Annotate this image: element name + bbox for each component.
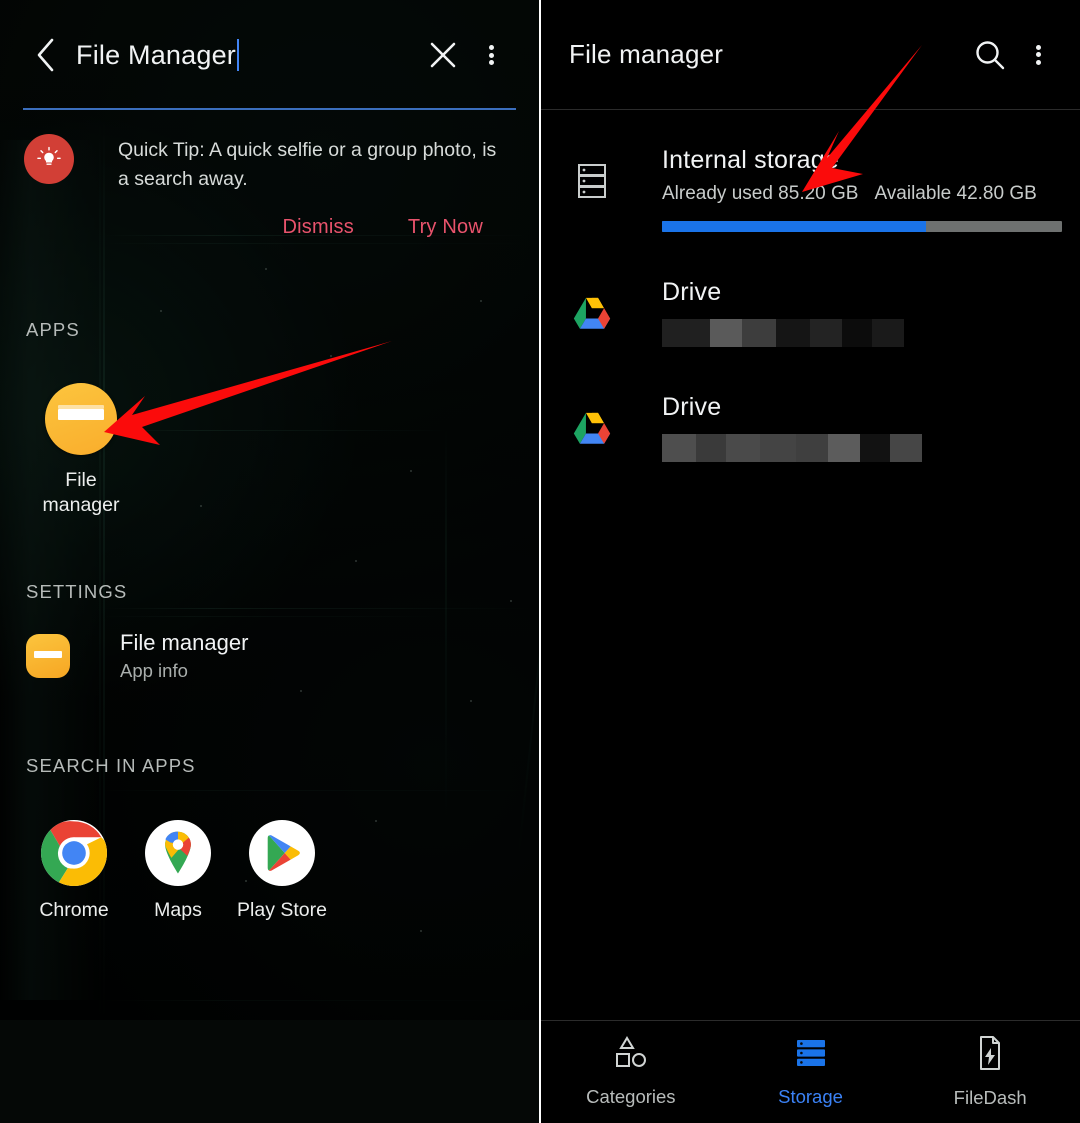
section-label-settings: SETTINGS — [26, 581, 128, 602]
search-in-app-maps[interactable]: Maps — [126, 820, 230, 922]
launcher-search-bar: File Manager — [0, 0, 539, 110]
search-field-underline — [23, 108, 516, 110]
quick-tip-card: Quick Tip: A quick selfie or a group pho… — [0, 128, 539, 239]
settings-result-file-manager[interactable]: File manager App info — [26, 630, 519, 682]
search-icon[interactable] — [966, 31, 1014, 79]
try-now-button[interactable]: Try Now — [408, 216, 483, 239]
search-in-apps-row: Chrome Maps Play Store — [22, 820, 334, 922]
screenshot-root: File Manager Quick Tip: A quick selfie o… — [0, 0, 1080, 1123]
page-title: File manager — [569, 39, 724, 69]
search-input-value: File Manager — [76, 39, 236, 70]
server-rack-filled-icon — [794, 1036, 828, 1075]
file-manager-icon — [26, 634, 70, 678]
left-panel-launcher-search: File Manager Quick Tip: A quick selfie o… — [0, 0, 539, 1123]
search-input[interactable]: File Manager — [76, 33, 419, 77]
nav-tab-label: FileDash — [953, 1087, 1027, 1108]
app-result-label-line1: File — [65, 469, 97, 491]
storage-item-drive-1[interactable]: Drive — [541, 242, 1080, 357]
search-in-app-label: Chrome — [39, 899, 109, 921]
text-caret — [236, 39, 239, 71]
app-result-label-line2: manager — [42, 494, 120, 516]
dismiss-button[interactable]: Dismiss — [283, 216, 354, 239]
storage-item-name: Drive — [662, 278, 722, 306]
more-vert-icon[interactable] — [467, 31, 515, 79]
file-manager-icon — [45, 383, 117, 455]
storage-item-drive-2[interactable]: Drive — [541, 357, 1080, 472]
bottom-navigation: Categories Storage FileDash — [541, 1020, 1080, 1123]
storage-used-label: Already used 85.20 GB — [662, 183, 859, 204]
search-in-app-label: Play Store — [237, 899, 327, 921]
google-maps-icon — [145, 820, 211, 886]
search-in-app-play-store[interactable]: Play Store — [230, 820, 334, 922]
storage-usage-bar-fill — [662, 221, 926, 232]
storage-item-name: Internal storage — [662, 146, 839, 174]
storage-list: Internal storage Already used 85.20 GB A… — [541, 110, 1080, 472]
right-panel-file-manager-app: File manager Internal storage Already us… — [541, 0, 1080, 1123]
section-label-apps: APPS — [26, 319, 80, 340]
quick-tip-text: Quick Tip: A quick selfie or a group pho… — [118, 139, 497, 190]
redacted-detail — [662, 434, 1052, 462]
app-result-file-manager[interactable]: File manager — [26, 383, 136, 518]
back-chevron-icon[interactable] — [24, 33, 68, 77]
shapes-icon — [612, 1036, 650, 1075]
nav-tab-filedash[interactable]: FileDash — [900, 1035, 1080, 1109]
close-icon[interactable] — [419, 31, 467, 79]
server-rack-icon — [569, 158, 615, 204]
lightbulb-icon — [24, 134, 74, 184]
storage-item-name: Drive — [662, 393, 722, 421]
file-bolt-icon — [974, 1035, 1006, 1076]
search-in-app-label: Maps — [154, 899, 202, 921]
search-in-app-chrome[interactable]: Chrome — [22, 820, 126, 922]
app-result-label: File manager — [26, 468, 136, 518]
chrome-icon — [41, 820, 107, 886]
storage-available-label: Available 42.80 GB — [874, 183, 1037, 204]
storage-usage-bar — [662, 221, 1062, 232]
google-drive-icon — [569, 405, 615, 451]
google-drive-icon — [569, 290, 615, 336]
play-store-icon — [249, 820, 315, 886]
storage-item-internal[interactable]: Internal storage Already used 85.20 GB A… — [541, 128, 1080, 242]
app-toolbar: File manager — [541, 0, 1080, 110]
settings-result-subtitle: App info — [120, 660, 188, 681]
nav-tab-categories[interactable]: Categories — [541, 1036, 721, 1108]
more-vert-icon[interactable] — [1014, 31, 1062, 79]
section-label-search-in-apps: SEARCH IN APPS — [26, 755, 196, 776]
nav-tab-storage[interactable]: Storage — [721, 1036, 901, 1108]
nav-tab-label: Categories — [586, 1086, 676, 1107]
nav-tab-label: Storage — [778, 1086, 843, 1107]
settings-result-title: File manager — [120, 630, 249, 655]
redacted-detail — [662, 319, 1052, 347]
